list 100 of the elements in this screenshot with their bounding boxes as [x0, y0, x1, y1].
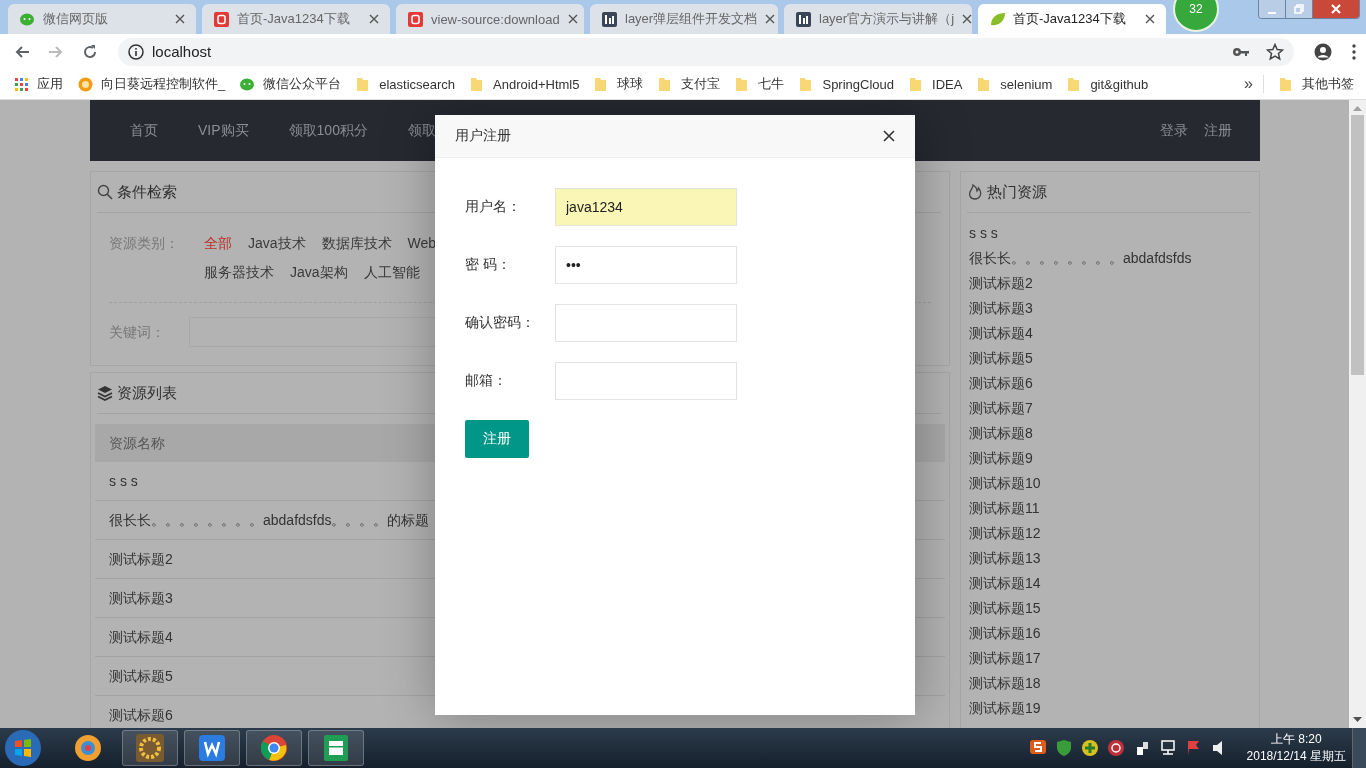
bookmark[interactable]: 微信公众平台	[240, 75, 342, 93]
bookmark[interactable]: 应用	[14, 75, 63, 93]
bookmark[interactable]: 其他书签	[1279, 75, 1354, 93]
browser-tab[interactable]: 首页-Java1234下载	[202, 4, 390, 34]
minimize-icon	[1268, 12, 1276, 14]
nav-link[interactable]: VIP购买	[178, 121, 269, 140]
shield-icon[interactable]	[1054, 739, 1073, 757]
category-link[interactable]: 人工智能	[363, 262, 420, 282]
taskbar-app[interactable]	[246, 730, 302, 766]
close-icon	[883, 130, 895, 142]
bookmark[interactable]: 球球	[594, 75, 644, 93]
search-icon	[97, 184, 113, 200]
resource-link[interactable]: 测试标题10	[969, 471, 1251, 496]
bookmark[interactable]: IDEA	[909, 76, 963, 92]
resource-link[interactable]: 很长长。。。。。。。。abdafdsfds	[969, 246, 1251, 271]
bookmark[interactable]: 向日葵远程控制软件_	[78, 75, 226, 93]
resource-link[interactable]: 测试标题4	[969, 321, 1251, 346]
close-icon	[369, 14, 379, 24]
menu-icon[interactable]	[1352, 43, 1356, 60]
category-link[interactable]: 数据库技术	[321, 233, 392, 253]
bookmark[interactable]: Android+Html5	[470, 76, 580, 92]
star-icon[interactable]	[1266, 42, 1284, 61]
dialog-title: 用户注册	[455, 127, 511, 145]
folder-icon	[909, 76, 924, 92]
bookmark-label: 微信公众平台	[263, 75, 342, 93]
close-icon	[962, 14, 973, 24]
panel-title: 资源列表	[117, 383, 177, 403]
panel-title: 热门资源	[987, 182, 1047, 202]
resource-link[interactable]: 测试标题15	[969, 596, 1251, 621]
app-icon	[602, 11, 617, 27]
nav-link[interactable]: 登录	[1144, 121, 1188, 140]
minimize-button[interactable]	[1259, 0, 1286, 18]
scroll-down-icon[interactable]	[1353, 717, 1362, 722]
reload-icon	[82, 43, 98, 60]
input-field[interactable]: •••	[555, 246, 737, 284]
resource-link[interactable]: s s s	[969, 221, 1251, 246]
category-link[interactable]: 服务器技术	[204, 262, 274, 282]
register-button[interactable]: 注册	[465, 420, 529, 458]
plus-icon[interactable]	[1080, 739, 1099, 757]
resource-link[interactable]: 测试标题16	[969, 621, 1251, 646]
close-icon	[175, 14, 185, 24]
ime-icon[interactable]	[1028, 739, 1047, 757]
resource-link[interactable]: 测试标题17	[969, 646, 1251, 671]
scrollbar[interactable]	[1349, 100, 1366, 728]
more-bookmarks-button[interactable]: »	[1244, 75, 1264, 93]
resource-link[interactable]: 测试标题13	[969, 546, 1251, 571]
sunflower-icon	[78, 76, 93, 92]
resource-link[interactable]: 测试标题12	[969, 521, 1251, 546]
browser-tab[interactable]: layer官方演示与讲解（j	[784, 4, 972, 34]
taskbar-app[interactable]	[122, 730, 178, 766]
bookmark-label: 七牛	[758, 75, 785, 93]
bookmark[interactable]: 支付宝	[658, 75, 721, 93]
category-link[interactable]: Web	[407, 233, 437, 253]
bookmark[interactable]: selenium	[977, 76, 1053, 92]
bookmark[interactable]: 七牛	[735, 75, 785, 93]
resource-link[interactable]: 测试标题9	[969, 446, 1251, 471]
profile-icon[interactable]	[1314, 42, 1332, 61]
bookmark[interactable]: SpringCloud	[799, 76, 894, 92]
nav-link[interactable]: 首页	[110, 121, 178, 140]
clock-date[interactable]: 2018/12/14 星期五	[1246, 748, 1346, 765]
bookmark-label: elasticsearch	[379, 76, 456, 92]
taskbar-app[interactable]	[308, 730, 364, 766]
field-label: 确认密码：	[465, 314, 536, 332]
browser-tab[interactable]: 微信网页版	[8, 4, 196, 34]
filter-label: 资源类别：	[109, 234, 180, 253]
clock-time[interactable]: 上午 8:20	[1270, 731, 1322, 748]
browser-tab[interactable]: view-source:download	[396, 4, 584, 34]
resource-link[interactable]: 测试标题18	[969, 671, 1251, 696]
input-field[interactable]: java1234	[555, 188, 737, 226]
category-link[interactable]: Java技术	[248, 233, 306, 253]
input-field[interactable]	[555, 304, 737, 342]
restore-button[interactable]	[1286, 0, 1313, 18]
taskbar-app[interactable]	[184, 730, 240, 766]
close-icon	[567, 14, 578, 24]
bookmark[interactable]: git&github	[1067, 76, 1149, 92]
resource-link[interactable]: 测试标题19	[969, 696, 1251, 721]
input-field[interactable]	[555, 362, 737, 400]
leaf-icon	[990, 11, 1005, 27]
resource-link[interactable]: 测试标题6	[969, 371, 1251, 396]
resource-link[interactable]: 测试标题11	[969, 496, 1251, 521]
nav-link[interactable]: 注册	[1188, 121, 1232, 140]
resource-link[interactable]: 测试标题3	[969, 296, 1251, 321]
network-icon[interactable]	[1158, 739, 1177, 757]
address-bar[interactable]: localhost	[118, 37, 1294, 66]
resource-link[interactable]: 测试标题14	[969, 571, 1251, 596]
browser-tab[interactable]: 首页-Java1234下载	[978, 4, 1166, 34]
resource-link[interactable]: 测试标题8	[969, 421, 1251, 446]
bookmark[interactable]: elasticsearch	[356, 76, 456, 92]
bookmark-label: SpringCloud	[822, 76, 894, 92]
start-icon[interactable]	[4, 729, 42, 767]
resource-link[interactable]: 测试标题2	[969, 271, 1251, 296]
restore-icon	[1294, 4, 1304, 14]
browser-tab[interactable]: layer弹层组件开发文档	[590, 4, 778, 34]
category-link[interactable]: Java架构	[290, 262, 348, 282]
close-button[interactable]	[881, 128, 897, 144]
resource-link[interactable]: 测试标题7	[969, 396, 1251, 421]
nav-link[interactable]: 领取100积分	[268, 121, 388, 140]
resource-link[interactable]: 测试标题5	[969, 346, 1251, 371]
close-icon	[765, 14, 776, 24]
scrollbar-thumb[interactable]	[1351, 115, 1364, 375]
